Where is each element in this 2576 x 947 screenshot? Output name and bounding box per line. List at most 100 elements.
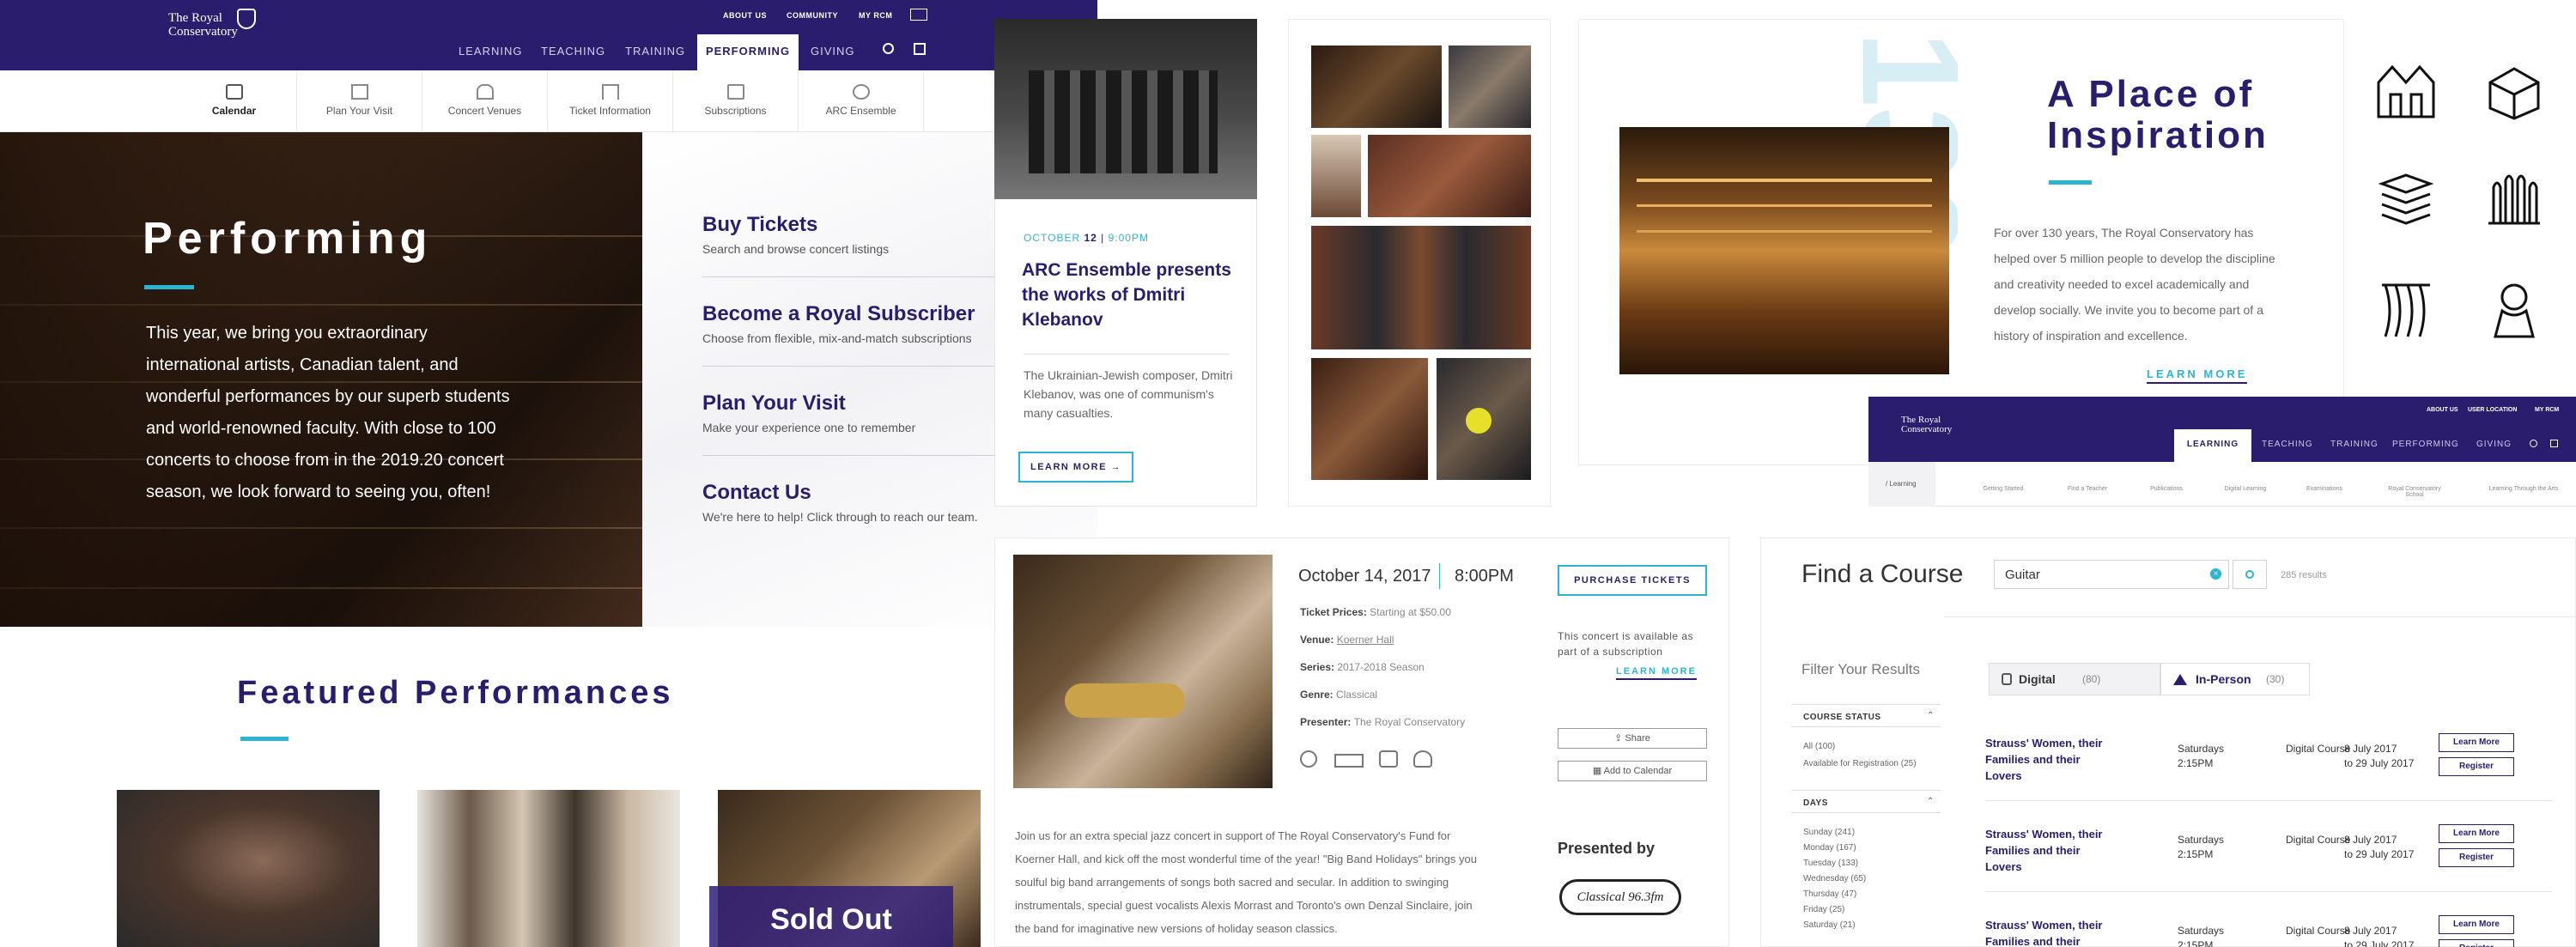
mini-nav-giving[interactable]: GIVING — [2476, 440, 2512, 449]
arc-day: 12 — [1084, 232, 1097, 244]
filter-item[interactable]: Sunday (241) — [1803, 828, 1855, 837]
register-button[interactable]: Register — [2439, 939, 2514, 947]
mini-calendar-icon[interactable] — [2550, 440, 2558, 447]
filter-item[interactable]: Monday (167) — [1803, 843, 1856, 853]
featured-card-1[interactable] — [117, 790, 380, 947]
subnav-subscriptions[interactable]: Subscriptions — [673, 70, 799, 132]
learn-more-button[interactable]: Learn More — [2439, 915, 2514, 934]
share-button[interactable]: ⇪ Share — [1558, 728, 1707, 749]
venue-link[interactable]: Koerner Hall — [1337, 634, 1394, 646]
register-button[interactable]: Register — [2439, 757, 2514, 776]
link-buy-tickets[interactable]: Buy Tickets Search and browse concert li… — [702, 213, 889, 256]
course-title[interactable]: Strauss' Women, their Families and their… — [1985, 917, 2114, 947]
mini-nav-learning[interactable]: LEARNING — [2174, 429, 2251, 462]
nav-giving[interactable]: GIVING — [811, 45, 855, 58]
filter-item[interactable]: Wednesday (65) — [1803, 874, 1866, 883]
mini-nav-teaching[interactable]: TEACHING — [2262, 440, 2313, 449]
concert-learn-more-link[interactable]: LEARN MORE — [1616, 666, 1697, 680]
nav-teaching[interactable]: TEACHING — [541, 45, 605, 58]
table-row[interactable]: Strauss' Women, their Families and their… — [1985, 915, 2552, 947]
nav-performing[interactable]: PERFORMING — [697, 34, 799, 70]
subnav-venues[interactable]: Concert Venues — [422, 70, 548, 132]
value: Starting at $50.00 — [1370, 606, 1451, 618]
mini-subnav-item[interactable]: Digital Learning — [2215, 486, 2275, 492]
mini-subnav-item[interactable]: Publications — [2136, 486, 2196, 492]
bust-icon — [2494, 283, 2535, 338]
calendar-icon[interactable] — [914, 43, 926, 55]
subnav-plan-visit[interactable]: Plan Your Visit — [297, 70, 422, 132]
learn-more-button[interactable]: Learn More — [2439, 733, 2514, 752]
mini-logo[interactable]: The Royal Conservatory — [1901, 416, 1952, 434]
chevron-up-icon[interactable]: ⌃ — [1927, 711, 1934, 720]
mini-logo-line2: Conservatory — [1901, 424, 1953, 434]
course-search-input[interactable]: Guitar × — [1994, 560, 2229, 589]
table-row[interactable]: Strauss' Women, their Families and their… — [1985, 824, 2552, 884]
mini-subnav-item[interactable]: Examinations — [2294, 486, 2354, 492]
link-title: Become a Royal Subscriber — [702, 302, 975, 325]
arc-learn-more-button[interactable]: LEARN MORE → — [1018, 452, 1133, 483]
register-button[interactable]: Register — [2439, 848, 2514, 867]
mini-util-myrcm[interactable]: MY RCM — [2535, 407, 2559, 413]
value: The Royal Conservatory — [1353, 716, 1466, 728]
purchase-tickets-button[interactable]: PURCHASE TICKETS — [1558, 565, 1707, 596]
mini-nav-performing[interactable]: PERFORMING — [2392, 440, 2459, 449]
course-time: 2:15PM — [2178, 848, 2214, 860]
filter-item[interactable]: Tuesday (133) — [1803, 859, 1858, 868]
learn-more-button[interactable]: Learn More — [2439, 824, 2514, 843]
course-title[interactable]: Strauss' Women, their Families and their… — [1985, 735, 2114, 784]
tab-digital[interactable]: Digital (80) — [1989, 663, 2160, 695]
subnav-label: Concert Venues — [447, 105, 522, 117]
find-course-title: Find a Course — [1801, 560, 1964, 588]
mini-nav-training[interactable]: TRAINING — [2330, 440, 2379, 449]
add-calendar-button[interactable]: ▦ Add to Calendar — [1558, 761, 1707, 781]
flag-icon[interactable] — [910, 9, 927, 21]
filter-item[interactable]: Friday (25) — [1803, 905, 1844, 914]
filter-item[interactable]: Saturday (21) — [1803, 920, 1856, 930]
ticket-prices: Ticket Prices: Starting at $50.00 — [1300, 606, 1451, 618]
arrow-right-icon: → — [1110, 462, 1121, 472]
subnav-calendar[interactable]: Calendar — [172, 70, 297, 132]
mini-subnav-item[interactable]: Getting Started — [1973, 486, 2033, 492]
nav-training[interactable]: TRAINING — [625, 45, 685, 58]
util-community[interactable]: COMMUNITY — [787, 11, 838, 20]
nav-learning[interactable]: LEARNING — [459, 45, 522, 58]
filter-days-heading[interactable]: DAYS — [1803, 798, 1828, 808]
sponsor-logo[interactable]: Classical 96.3fm — [1559, 879, 1681, 915]
photo-grid — [1288, 19, 1551, 507]
filter-item[interactable]: Thursday (47) — [1803, 889, 1856, 899]
util-about[interactable]: ABOUT US — [723, 11, 767, 20]
subnav-label: Ticket Information — [569, 105, 651, 117]
subnav-arc[interactable]: ARC Ensemble — [799, 70, 924, 132]
mini-subnav-item[interactable]: Learning Through the Arts — [2485, 486, 2562, 492]
mini-breadcrumb[interactable]: / Learning — [1886, 480, 1917, 488]
crest-icon — [237, 9, 256, 29]
ensemble-icon — [852, 84, 870, 100]
mini-subnav-item[interactable]: Royal Conservatory School — [2380, 486, 2449, 498]
link-contact[interactable]: Contact Us We're here to help! Click thr… — [702, 481, 978, 524]
course-to: to 29 July 2017 — [2344, 757, 2415, 769]
search-icon[interactable] — [883, 43, 894, 54]
tab-in-person[interactable]: In-Person (30) — [2160, 663, 2310, 695]
link-subscriber[interactable]: Become a Royal Subscriber Choose from fl… — [702, 302, 975, 345]
subnav-ticket-info[interactable]: Ticket Information — [548, 70, 673, 132]
arc-time: 9:00PM — [1108, 232, 1149, 244]
filter-item[interactable]: All (100) — [1803, 742, 1835, 751]
inspiration-learn-more-link[interactable]: LEARN MORE — [2147, 367, 2248, 384]
hero-title: Performing — [143, 214, 433, 264]
clear-icon[interactable]: × — [2210, 568, 2221, 580]
mini-search-icon[interactable] — [2530, 440, 2537, 447]
featured-card-2[interactable] — [417, 790, 680, 947]
filter-item[interactable]: Available for Registration (25) — [1803, 759, 1917, 768]
util-myrcm[interactable]: MY RCM — [859, 11, 892, 20]
chevron-up-icon[interactable]: ⌃ — [1927, 797, 1934, 806]
table-row[interactable]: Strauss' Women, their Families and their… — [1985, 733, 2552, 793]
link-plan-visit[interactable]: Plan Your Visit Make your experience one… — [702, 392, 915, 434]
divider — [1791, 704, 1941, 705]
filter-status-heading[interactable]: COURSE STATUS — [1803, 713, 1881, 722]
concert-date: October 14, 2017 — [1298, 567, 1431, 586]
course-search-button[interactable] — [2233, 560, 2267, 589]
mini-util-about[interactable]: ABOUT US — [2427, 407, 2458, 413]
mini-subnav-item[interactable]: Find a Teacher — [2057, 486, 2117, 492]
mini-util-location[interactable]: USER LOCATION — [2468, 407, 2517, 413]
course-title[interactable]: Strauss' Women, their Families and their… — [1985, 826, 2114, 875]
